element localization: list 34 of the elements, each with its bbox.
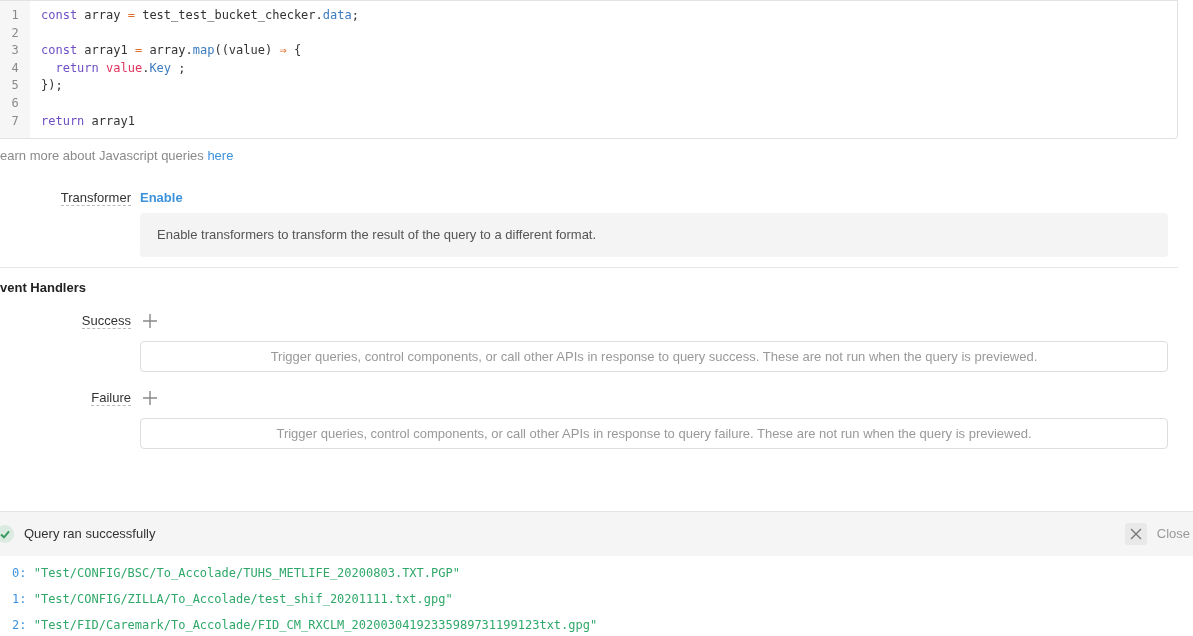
- handler-hint: Trigger queries, control components, or call other APIs in response to query success. These are not run when the query is previewed.: [140, 340, 1168, 372]
- line-number: 2: [11, 25, 19, 40]
- code-editor[interactable]: 1 2 3 4 5 6 7 const array = test_test_bucket_checker.data; const array1 = array.map((value) ⇒ { return value.Key ; }); return array1: [0, 0, 1178, 139]
- line-number: 1: [11, 8, 19, 22]
- add-button[interactable]: [142, 312, 158, 329]
- line-number: 3: [11, 43, 19, 58]
- line-number: 6: [11, 95, 19, 110]
- close-button[interactable]: Close: [1124, 523, 1190, 545]
- enable-link[interactable]: Enable: [140, 187, 183, 207]
- add-button[interactable]: [142, 389, 158, 406]
- line-number: 7: [11, 113, 19, 128]
- handler-hint: Trigger queries, control components, or call other APIs in response to query failure. These are not run when the query is previewed.: [140, 417, 1168, 449]
- code-line: return array1: [41, 113, 135, 128]
- code-line: const array = test_test_bucket_checker.data;: [41, 8, 359, 22]
- close-icon: [1129, 528, 1142, 540]
- help-link[interactable]: here: [207, 148, 234, 163]
- code-line: const array1 = array.map((value) ⇒ {: [41, 43, 302, 58]
- line-number: 5: [11, 78, 19, 93]
- result-value: "Test/CONFIG/BSC/To_Accolade/TUHS_METLIFE_20200803.TXT.PGP": [33, 566, 460, 580]
- result-value: "Test/FID/Caremark/To_Accolade/FID_CM_RXCLM_20200304192335989731199123txt.gpg": [33, 618, 598, 632]
- handler-label: Success: [81, 313, 131, 329]
- handler-label: Failure: [91, 390, 131, 406]
- code-line: });: [41, 78, 63, 93]
- transformer-description: Enable transformers to transform the result of the query to a different format.: [140, 213, 1168, 257]
- code-line: return value.Key ;: [54, 60, 186, 75]
- section-title: vent Handlers: [0, 278, 87, 297]
- transformer-label: Transformer: [60, 189, 131, 206]
- result-value: "Test/CONFIG/ZILLA/To_Accolade/test_shif_20201111.txt.gpg": [33, 592, 453, 606]
- result-index: 2:: [12, 618, 27, 632]
- status-text: Query ran successfully: [24, 525, 156, 544]
- result-index: 1:: [12, 592, 27, 606]
- help-text: earn more about Javascript queries here: [0, 148, 234, 163]
- line-number: 4: [11, 60, 19, 75]
- result-index: 0:: [12, 566, 27, 580]
